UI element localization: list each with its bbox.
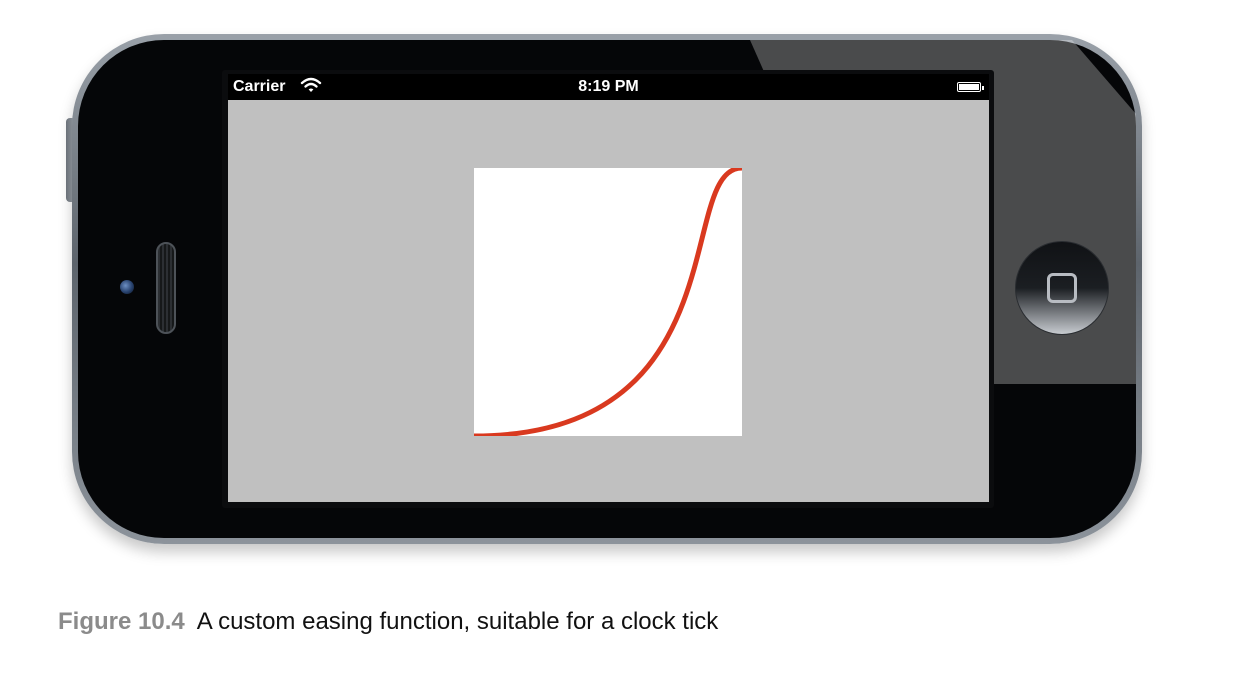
app-screen: Carrier 8:19 PM: [228, 74, 989, 502]
home-button[interactable]: [1015, 241, 1109, 335]
front-camera: [120, 280, 134, 294]
earpiece-speaker: [156, 242, 176, 334]
status-time: 8:19 PM: [578, 78, 639, 95]
figure-caption-text: A custom easing function, suitable for a…: [196, 608, 719, 635]
easing-curve: [471, 165, 745, 439]
figure-number: Figure 10.4: [58, 608, 185, 635]
easing-curve-svg: [471, 165, 745, 439]
status-bar: Carrier 8:19 PM: [228, 74, 989, 100]
easing-curve-view: [471, 165, 745, 439]
figure-caption: Figure 10.4 A custom easing function, sui…: [58, 608, 718, 636]
battery-level-fill: [959, 84, 979, 90]
battery-icon: [957, 82, 984, 92]
home-square-icon: [1047, 273, 1077, 303]
battery-tip: [982, 86, 984, 90]
